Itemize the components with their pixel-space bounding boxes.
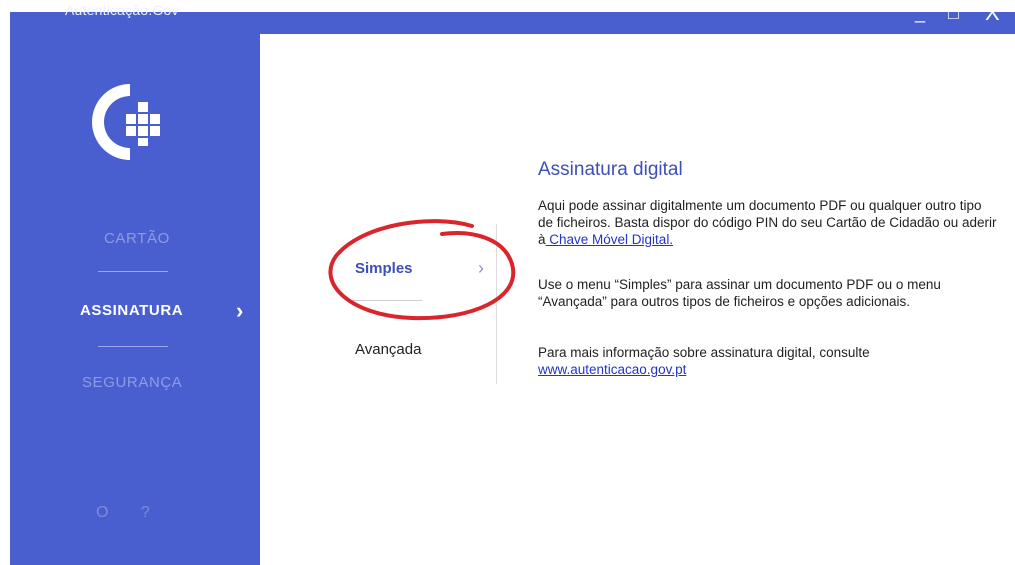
submenu-item-avancada[interactable]: Avançada bbox=[355, 341, 421, 358]
minimize-button[interactable]: _ bbox=[915, 4, 925, 22]
sidebar: CARTÃO ASSINATURA › SEGURANÇA O ? bbox=[10, 34, 260, 565]
website-link[interactable]: www.autenticacao.gov.pt bbox=[538, 362, 686, 377]
usage-paragraph: Use o menu “Simples” para assinar um doc… bbox=[538, 277, 941, 309]
logo-icon bbox=[92, 84, 160, 160]
content-panel: Assinatura digital Aqui pode assinar dig… bbox=[538, 159, 998, 377]
maximize-button[interactable]: □ bbox=[948, 4, 959, 22]
sidebar-item-label: SEGURANÇA bbox=[82, 374, 183, 391]
sidebar-item-label: ASSINATURA bbox=[80, 302, 184, 319]
close-button[interactable]: X bbox=[985, 2, 1000, 24]
sidebar-footer: O ? bbox=[96, 504, 178, 522]
app-window: Autenticação.Gov _ □ X CARTÃO ASSINATURA… bbox=[10, 2, 1015, 565]
window-title: Autenticação.Gov bbox=[65, 2, 179, 18]
chevron-right-icon: › bbox=[236, 298, 244, 323]
help-icon[interactable]: ? bbox=[141, 504, 150, 521]
chave-movel-digital-link[interactable]: Chave Móvel Digital. bbox=[546, 232, 673, 247]
page-title: Assinatura digital bbox=[538, 159, 683, 180]
title-bar[interactable]: Autenticação.Gov _ □ X bbox=[10, 2, 1015, 34]
info-text: Para mais informação sobre assinatura di… bbox=[538, 345, 870, 360]
highlight-circle-annotation bbox=[328, 219, 516, 321]
info-paragraph: Para mais informação sobre assinatura di… bbox=[538, 344, 998, 378]
sidebar-item-label: CARTÃO bbox=[104, 230, 170, 247]
sidebar-divider bbox=[98, 346, 168, 347]
description-paragraph: Aqui pode assinar digitalmente um docume… bbox=[538, 197, 998, 248]
sidebar-divider bbox=[98, 271, 168, 272]
settings-icon[interactable]: O bbox=[96, 504, 108, 521]
